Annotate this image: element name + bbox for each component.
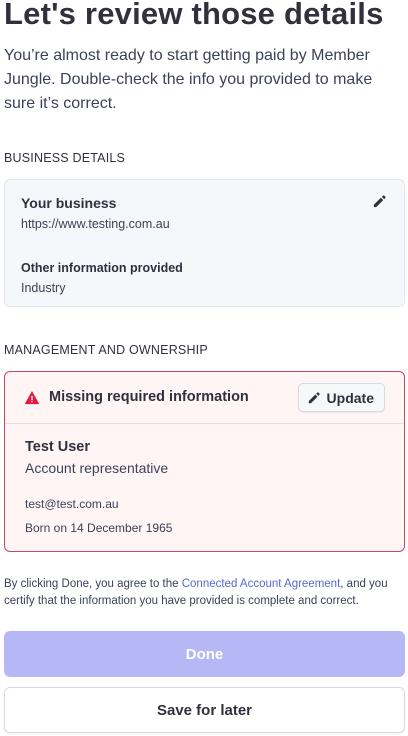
person-name: Test User (25, 439, 91, 455)
business-url: https://www.testing.com.au (21, 217, 170, 231)
business-details-heading: BUSINESS DETAILS (4, 151, 126, 165)
other-info-value: Industry (21, 281, 66, 295)
missing-info-warning: Missing required information (49, 389, 249, 405)
agreement-text: By clicking Done, you agree to the Conne… (4, 576, 408, 610)
save-for-later-button[interactable]: Save for later (4, 687, 405, 733)
alert-triangle-icon (25, 391, 39, 405)
person-email: test@test.com.au (25, 497, 119, 511)
management-card: Missing required information Update Test… (4, 371, 405, 552)
agreement-prefix: By clicking Done, you agree to the (4, 578, 182, 590)
business-details-card: Your business https://www.testing.com.au… (4, 179, 405, 307)
connected-account-agreement-link[interactable]: Connected Account Agreement (182, 578, 341, 590)
pencil-icon (308, 391, 320, 403)
management-heading: MANAGEMENT AND OWNERSHIP (4, 343, 208, 357)
page-title: Let's review those details (4, 0, 384, 31)
intro-text: You’re almost ready to start getting pai… (4, 47, 373, 112)
update-button[interactable]: Update (297, 383, 385, 412)
card-divider (5, 423, 404, 424)
pencil-icon (373, 195, 386, 208)
done-button[interactable]: Done (4, 631, 405, 677)
other-info-label: Other information provided (21, 261, 183, 275)
person-role: Account representative (25, 460, 169, 476)
update-button-label: Update (326, 389, 374, 406)
edit-business-button[interactable] (372, 194, 390, 212)
person-birthdate: Born on 14 December 1965 (25, 521, 173, 535)
business-name-label: Your business (21, 195, 117, 211)
